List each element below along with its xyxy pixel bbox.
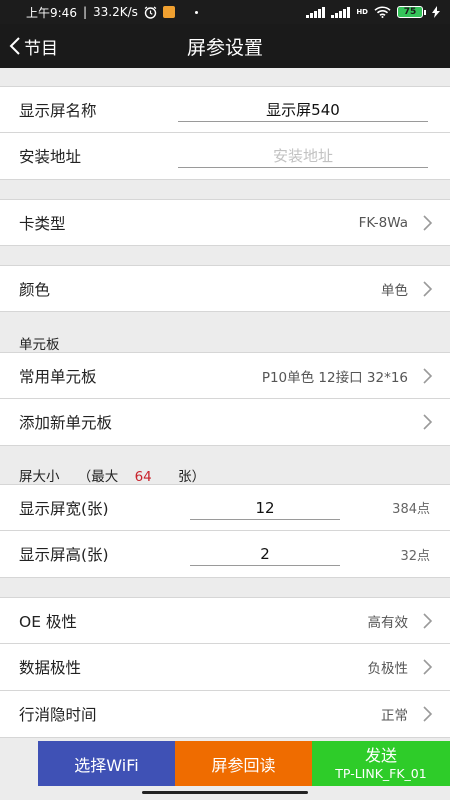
card-type-row[interactable]: 卡类型 FK-8Wa <box>0 199 450 246</box>
color-row[interactable]: 颜色 单色 <box>0 265 450 312</box>
card-type-value: FK-8Wa <box>358 214 408 231</box>
common-board-value: P10单色 12接口 32*16 <box>261 369 408 386</box>
common-board-label: 常用单元板 <box>19 367 97 386</box>
wifi-icon <box>374 6 391 18</box>
navigation-bar: 节目 屏参设置 <box>0 24 450 68</box>
screen-name-label: 显示屏名称 <box>19 101 97 120</box>
screen-name-row: 显示屏名称 <box>0 86 450 133</box>
oe-polarity-row[interactable]: OE 极性 高有效 <box>0 597 450 644</box>
screen-width-points: 384点 <box>392 502 430 517</box>
blanking-time-row[interactable]: 行消隐时间 正常 <box>0 691 450 738</box>
screen-height-points: 32点 <box>400 548 430 564</box>
back-button[interactable]: 节目 <box>8 24 58 68</box>
battery-icon: 75 <box>397 6 426 18</box>
chevron-right-icon <box>423 659 433 675</box>
charging-bolt-icon <box>432 6 440 18</box>
screen-height-row: 显示屏高(张) 32点 <box>0 531 450 578</box>
screen-width-input[interactable] <box>190 496 340 520</box>
oe-polarity-value: 高有效 <box>367 614 409 631</box>
alarm-clock-icon <box>144 6 157 19</box>
screen-width-row: 显示屏宽(张) 384点 <box>0 484 450 531</box>
home-indicator[interactable] <box>142 791 308 794</box>
screen-size-section-header: 屏大小 （最大 64 张） <box>19 469 206 485</box>
status-time: 上午9:46 <box>26 5 77 20</box>
blanking-time-value: 正常 <box>381 708 408 724</box>
oe-polarity-label: OE 极性 <box>19 612 77 631</box>
notification-dot-icon <box>194 10 198 14</box>
add-board-label: 添加新单元板 <box>19 414 113 432</box>
color-value: 单色 <box>381 282 408 299</box>
blanking-time-label: 行消隐时间 <box>19 706 97 724</box>
chevron-right-icon <box>423 414 433 430</box>
color-label: 颜色 <box>19 280 51 299</box>
hd-label: HD <box>356 8 368 16</box>
send-target-ssid: TP-LINK_FK_01 <box>335 765 427 781</box>
screen-width-label: 显示屏宽(张) <box>19 499 109 518</box>
read-back-button[interactable]: 屏参回读 <box>175 741 312 786</box>
chevron-right-icon <box>423 280 433 297</box>
select-wifi-button[interactable]: 选择WiFi <box>38 741 175 786</box>
cell-signal-2-icon <box>331 6 351 18</box>
chevron-right-icon <box>423 367 433 384</box>
unit-board-section-header: 单元板 <box>19 337 60 353</box>
install-address-input[interactable] <box>178 144 428 168</box>
max-panels-value: 64 <box>134 469 152 485</box>
install-address-row: 安装地址 <box>0 133 450 180</box>
status-bar: 上午9:46 | 33.2K/s HD 75 <box>0 0 450 24</box>
install-address-label: 安装地址 <box>19 148 82 166</box>
app-notification-icon <box>162 6 175 18</box>
chevron-right-icon <box>423 706 433 722</box>
page-title: 屏参设置 <box>186 36 263 59</box>
screen-height-label: 显示屏高(张) <box>19 546 109 564</box>
card-type-label: 卡类型 <box>19 214 66 233</box>
data-polarity-row[interactable]: 数据极性 负极性 <box>0 644 450 691</box>
cell-signal-icon <box>306 6 326 18</box>
back-label: 节目 <box>24 38 58 59</box>
screen-height-input[interactable] <box>190 542 340 566</box>
chevron-left-icon <box>9 37 20 55</box>
chevron-right-icon <box>423 214 433 231</box>
screen-name-input[interactable] <box>178 98 428 122</box>
data-polarity-label: 数据极性 <box>19 659 82 677</box>
chevron-right-icon <box>423 612 433 629</box>
common-board-row[interactable]: 常用单元板 P10单色 12接口 32*16 <box>0 352 450 399</box>
add-board-row[interactable]: 添加新单元板 <box>0 399 450 446</box>
settings-list: 显示屏名称 安装地址 卡类型 FK-8Wa 颜色 单色 单元板 常用单元板 P1… <box>0 68 450 740</box>
data-polarity-value: 负极性 <box>367 661 409 677</box>
send-button[interactable]: 发送 TP-LINK_FK_01 <box>312 741 450 786</box>
network-speed: 33.2K/s <box>93 5 138 19</box>
